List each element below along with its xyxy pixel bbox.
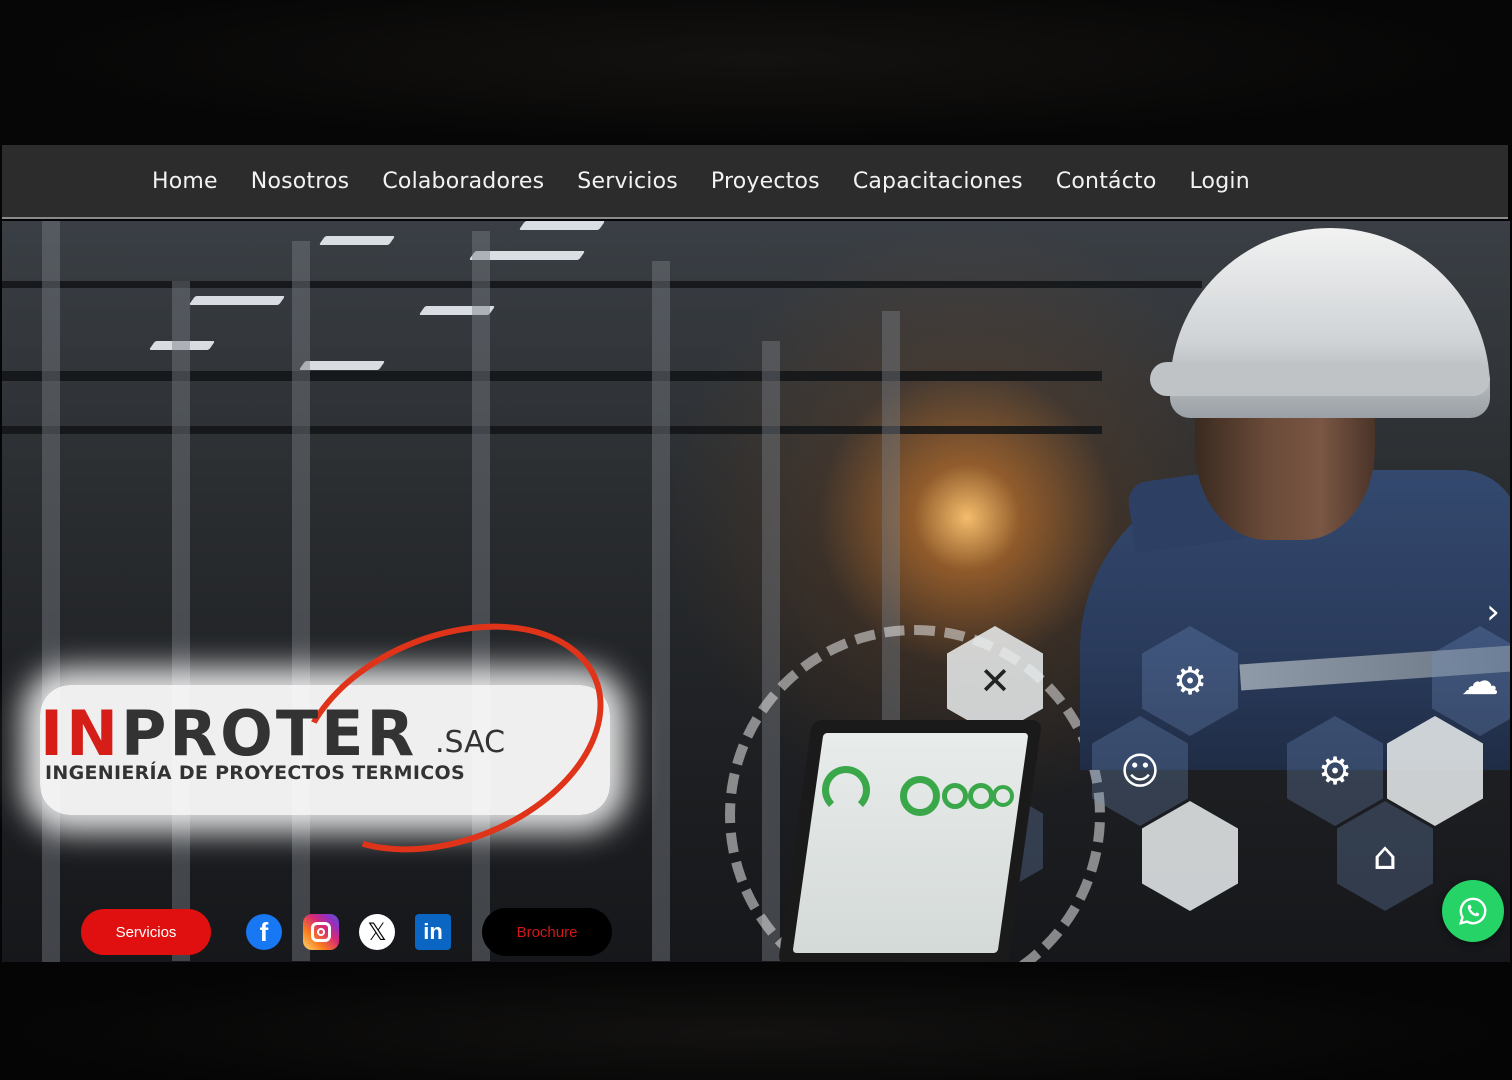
nav-login[interactable]: Login [1189, 169, 1249, 194]
bottom-background [0, 962, 1512, 1080]
ceiling-light [318, 236, 396, 245]
servicios-button[interactable]: Servicios [81, 909, 211, 955]
ceiling-light [298, 361, 386, 370]
helmet-brim [1150, 362, 1490, 396]
logo-brand-dark: PROTER [120, 697, 418, 770]
blank-hex [1142, 801, 1238, 911]
dashboard-gauge [992, 785, 1014, 807]
nav-colaboradores[interactable]: Colaboradores [382, 169, 544, 194]
top-background [0, 0, 1512, 145]
facebook-icon[interactable]: f [246, 914, 282, 950]
ceiling-light [518, 221, 606, 230]
main-navbar: Home Nosotros Colaboradores Servicios Pr… [2, 145, 1508, 219]
steel-column [652, 261, 670, 961]
nav-nosotros[interactable]: Nosotros [251, 169, 350, 194]
instagram-icon[interactable] [303, 914, 339, 950]
brochure-button[interactable]: Brochure [482, 908, 612, 956]
nav-servicios[interactable]: Servicios [577, 169, 678, 194]
nav-home[interactable]: Home [152, 169, 218, 194]
laptop-dashboard [792, 733, 1029, 953]
slider-next-arrow-icon[interactable]: › [1480, 592, 1506, 632]
linkedin-icon[interactable]: in [415, 914, 451, 950]
ceiling-light [188, 296, 286, 305]
steel-beam [2, 426, 1102, 434]
whatsapp-button[interactable] [1442, 880, 1504, 942]
factory-hex-icon: ⌂ [1337, 801, 1433, 911]
steel-beam [2, 371, 1102, 381]
instagram-lens [317, 928, 325, 936]
instagram-ring [311, 922, 331, 942]
x-icon[interactable]: 𝕏 [359, 914, 395, 950]
nav-capacitaciones[interactable]: Capacitaciones [853, 169, 1023, 194]
logo-tagline: INGENIERÍA DE PROYECTOS TERMICOS [45, 762, 465, 784]
dashboard-gauge [900, 776, 940, 816]
logo-suffix: .SAC [435, 725, 506, 760]
dashboard-gauge [822, 766, 870, 814]
logo-wordmark: INPROTER [40, 703, 417, 765]
logo-brand-red: IN [40, 697, 121, 770]
nav-contacto[interactable]: Contácto [1056, 169, 1157, 194]
whatsapp-icon [1459, 897, 1487, 925]
inproter-logo: INPROTER .SAC INGENIERÍA DE PROYECTOS TE… [40, 580, 638, 896]
nav-proyectos[interactable]: Proyectos [711, 169, 820, 194]
dashboard-gauge [968, 783, 994, 809]
dashboard-gauge [942, 783, 968, 809]
steel-column [172, 281, 190, 961]
